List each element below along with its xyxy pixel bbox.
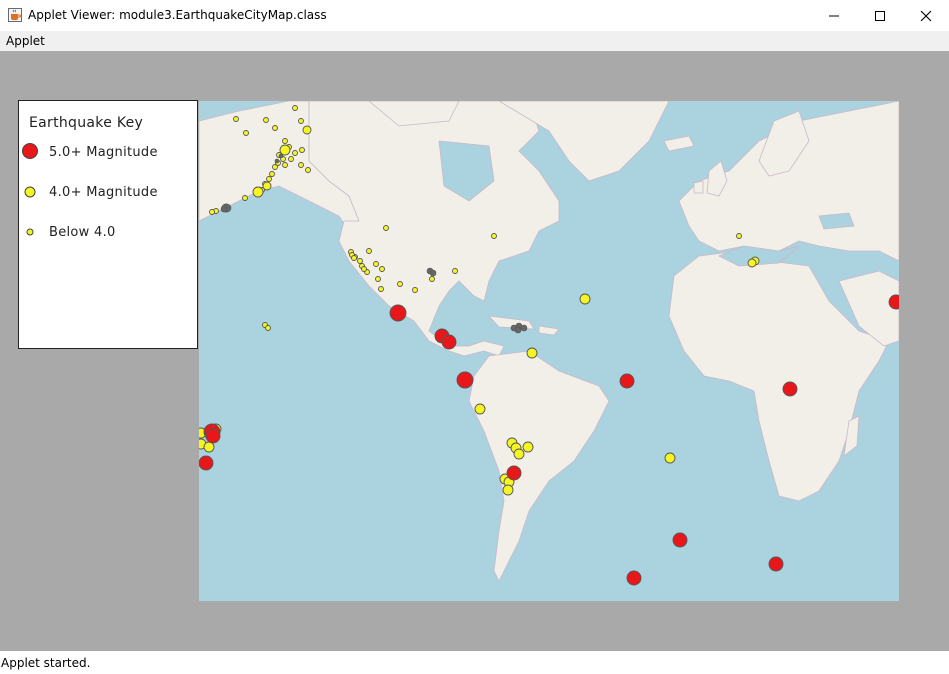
title-bar: Applet Viewer: module3.EarthquakeCityMap… — [0, 0, 949, 31]
legend-minor-marker — [26, 228, 34, 236]
close-icon — [920, 10, 932, 21]
legend-major-marker — [22, 143, 38, 159]
status-text: Applet started. — [1, 656, 91, 670]
menu-bar: Applet — [0, 31, 949, 51]
world-map[interactable] — [199, 101, 899, 601]
window-title: Applet Viewer: module3.EarthquakeCityMap… — [28, 8, 327, 22]
legend-moderate-marker — [24, 186, 36, 198]
close-button[interactable] — [903, 0, 949, 31]
minimize-icon — [829, 15, 839, 16]
minimize-button[interactable] — [811, 0, 857, 31]
java-cup-icon — [8, 8, 22, 22]
maximize-button[interactable] — [857, 0, 903, 31]
maximize-icon — [875, 10, 885, 21]
applet-canvas: Earthquake Key 5.0+ Magnitude 4.0+ Magni… — [0, 51, 949, 651]
legend-label-moderate: 4.0+ Magnitude — [49, 185, 158, 200]
status-bar: Applet started. — [0, 651, 949, 674]
legend-label-major: 5.0+ Magnitude — [49, 145, 158, 160]
legend-title: Earthquake Key — [29, 115, 144, 131]
earthquake-key-legend: Earthquake Key 5.0+ Magnitude 4.0+ Magni… — [18, 100, 198, 349]
menu-applet[interactable]: Applet — [6, 34, 45, 48]
legend-label-minor: Below 4.0 — [49, 225, 116, 240]
